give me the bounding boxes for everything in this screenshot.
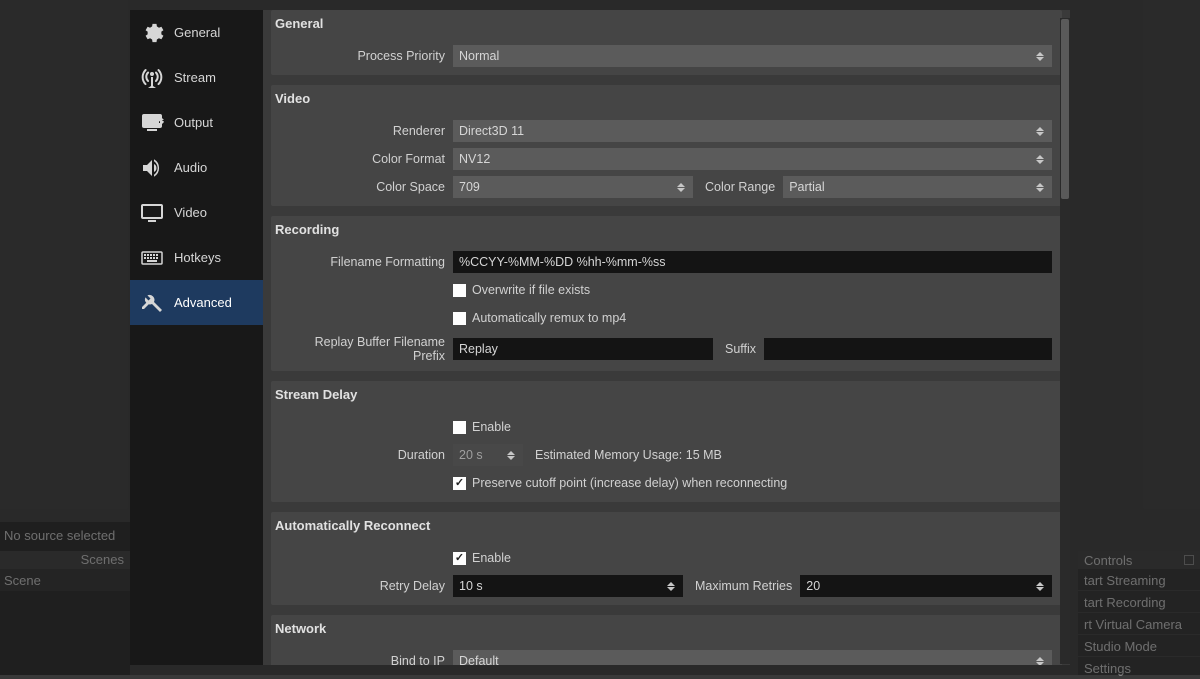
- checkbox-label: Enable: [472, 420, 511, 434]
- label-replay-prefix: Replay Buffer Filename Prefix: [281, 335, 453, 363]
- textbox-suffix[interactable]: [764, 338, 1052, 360]
- checkbox-label: Automatically remux to mp4: [472, 311, 626, 325]
- group-title-general: General: [271, 10, 1062, 37]
- group-recording: Recording Filename Formatting %CCYY-%MM-…: [271, 216, 1062, 371]
- textbox-filename-formatting[interactable]: %CCYY-%MM-%DD %hh-%mm-%ss: [453, 251, 1052, 273]
- label-max-retries: Maximum Retries: [683, 579, 800, 593]
- settings-sidebar: General Stream Output Audio Video Hotkey…: [130, 10, 263, 665]
- stepper-icon: [505, 451, 517, 460]
- spinbox-value: 10 s: [459, 579, 483, 593]
- monitor-icon: [140, 201, 164, 225]
- combo-value: Default: [459, 654, 499, 665]
- checkbox-label: Enable: [472, 551, 511, 565]
- sidebar-label: Advanced: [174, 295, 232, 310]
- sidebar-label: Output: [174, 115, 213, 130]
- group-title-recording: Recording: [271, 216, 1062, 243]
- sidebar-label: Audio: [174, 160, 207, 175]
- group-title-auto-reconnect: Automatically Reconnect: [271, 512, 1062, 539]
- group-title-stream-delay: Stream Delay: [271, 381, 1062, 408]
- checkbox-box-icon: [453, 552, 466, 565]
- checkbox-preserve-cutoff[interactable]: Preserve cutoff point (increase delay) w…: [453, 476, 787, 490]
- checkbox-box-icon: [453, 312, 466, 325]
- output-icon: [140, 111, 164, 135]
- stepper-icon: [1034, 183, 1046, 192]
- stepper-icon: [665, 582, 677, 591]
- combo-bind-ip[interactable]: Default: [453, 650, 1052, 665]
- spinbox-value: 20 s: [459, 448, 483, 462]
- group-title-network: Network: [271, 615, 1062, 642]
- sidebar-item-stream[interactable]: Stream: [130, 55, 263, 100]
- audio-icon: [140, 156, 164, 180]
- combo-color-range[interactable]: Partial: [783, 176, 1052, 198]
- label-filename-formatting: Filename Formatting: [281, 255, 453, 269]
- stepper-icon: [1034, 155, 1046, 164]
- label-bind-ip: Bind to IP: [281, 654, 453, 665]
- group-stream-delay: Stream Delay Enable Duration 20 s Estima…: [271, 381, 1062, 502]
- gear-icon: [140, 21, 164, 45]
- stepper-icon: [1034, 52, 1046, 61]
- label-process-priority: Process Priority: [281, 49, 453, 63]
- group-video: Video Renderer Direct3D 11 Color Format …: [271, 85, 1062, 206]
- sidebar-item-advanced[interactable]: Advanced: [130, 280, 263, 325]
- checkbox-reconnect-enable[interactable]: Enable: [453, 551, 511, 565]
- combo-value: 709: [459, 180, 480, 194]
- combo-value: Partial: [789, 180, 824, 194]
- settings-content: General Process Priority Normal Video Re…: [263, 10, 1070, 665]
- broadcast-icon: [140, 66, 164, 90]
- spinbox-retry-delay[interactable]: 10 s: [453, 575, 683, 597]
- group-title-video: Video: [271, 85, 1062, 112]
- label-duration: Duration: [281, 448, 453, 462]
- scrollbar-thumb[interactable]: [1061, 19, 1069, 199]
- spinbox-duration[interactable]: 20 s: [453, 444, 523, 466]
- combo-process-priority[interactable]: Normal: [453, 45, 1052, 67]
- spinbox-max-retries[interactable]: 20: [800, 575, 1052, 597]
- label-suffix: Suffix: [713, 342, 764, 356]
- label-color-format: Color Format: [281, 152, 453, 166]
- sidebar-label: General: [174, 25, 220, 40]
- checkbox-label: Preserve cutoff point (increase delay) w…: [472, 476, 787, 490]
- checkbox-box-icon: [453, 284, 466, 297]
- checkbox-box-icon: [453, 477, 466, 490]
- group-general: General Process Priority Normal: [271, 10, 1062, 75]
- checkbox-overwrite[interactable]: Overwrite if file exists: [453, 283, 590, 297]
- combo-value: NV12: [459, 152, 490, 166]
- combo-color-space[interactable]: 709: [453, 176, 693, 198]
- stepper-icon: [1034, 657, 1046, 666]
- label-renderer: Renderer: [281, 124, 453, 138]
- sidebar-item-general[interactable]: General: [130, 10, 263, 55]
- textbox-value: %CCYY-%MM-%DD %hh-%mm-%ss: [459, 255, 666, 269]
- sidebar-item-video[interactable]: Video: [130, 190, 263, 235]
- label-retry-delay: Retry Delay: [281, 579, 453, 593]
- textbox-replay-prefix[interactable]: Replay: [453, 338, 713, 360]
- sidebar-item-output[interactable]: Output: [130, 100, 263, 145]
- checkbox-stream-delay-enable[interactable]: Enable: [453, 420, 511, 434]
- label-color-range: Color Range: [693, 180, 783, 194]
- textbox-value: Replay: [459, 342, 498, 356]
- checkbox-label: Overwrite if file exists: [472, 283, 590, 297]
- combo-value: Direct3D 11: [459, 124, 524, 138]
- sidebar-label: Video: [174, 205, 207, 220]
- stepper-icon: [675, 183, 687, 192]
- tools-icon: [140, 291, 164, 315]
- checkbox-box-icon: [453, 421, 466, 434]
- combo-renderer[interactable]: Direct3D 11: [453, 120, 1052, 142]
- group-auto-reconnect: Automatically Reconnect Enable Retry Del…: [271, 512, 1062, 605]
- stepper-icon: [1034, 582, 1046, 591]
- label-color-space: Color Space: [281, 180, 453, 194]
- spinbox-value: 20: [806, 579, 820, 593]
- sidebar-item-hotkeys[interactable]: Hotkeys: [130, 235, 263, 280]
- combo-color-format[interactable]: NV12: [453, 148, 1052, 170]
- sidebar-label: Stream: [174, 70, 216, 85]
- checkbox-auto-remux[interactable]: Automatically remux to mp4: [453, 311, 626, 325]
- keyboard-icon: [140, 246, 164, 270]
- combo-value: Normal: [459, 49, 499, 63]
- group-network: Network Bind to IP Default: [271, 615, 1062, 665]
- label-memory-usage: Estimated Memory Usage: 15 MB: [523, 448, 730, 462]
- sidebar-item-audio[interactable]: Audio: [130, 145, 263, 190]
- scrollbar[interactable]: [1060, 18, 1070, 664]
- sidebar-label: Hotkeys: [174, 250, 221, 265]
- settings-window: General Stream Output Audio Video Hotkey…: [130, 10, 1070, 665]
- stepper-icon: [1034, 127, 1046, 136]
